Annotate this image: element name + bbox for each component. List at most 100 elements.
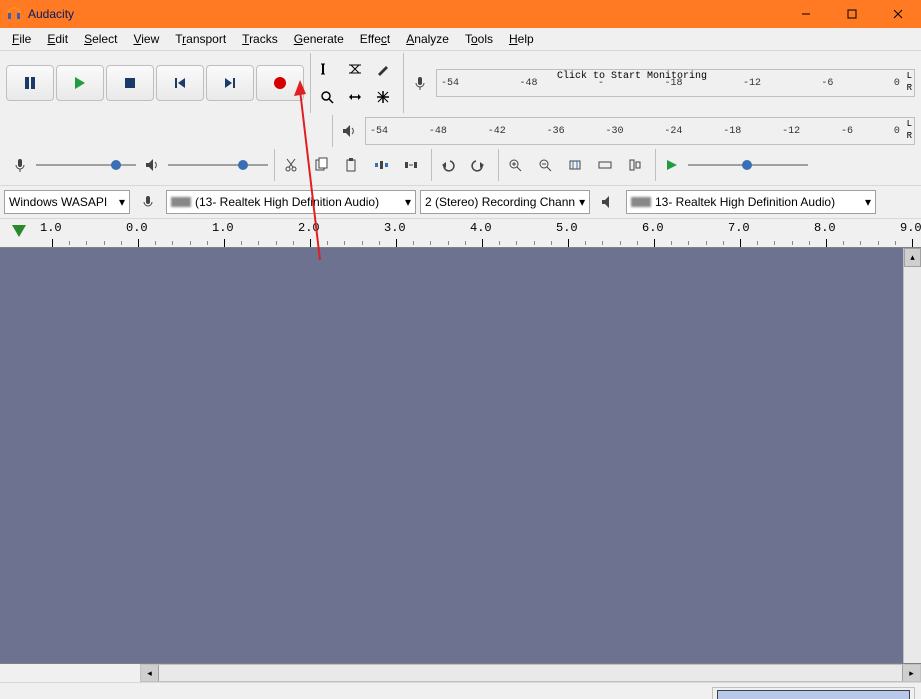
playhead-icon[interactable] — [12, 225, 26, 237]
skip-start-button[interactable] — [156, 65, 204, 101]
menu-select[interactable]: Select — [76, 30, 125, 48]
playback-volume-slider[interactable] — [168, 157, 268, 173]
speaker-icon[interactable] — [335, 117, 363, 145]
meter-tick: -6 — [841, 126, 853, 137]
selection-tool-button[interactable] — [313, 55, 341, 83]
app-icon — [6, 6, 22, 22]
silence-button[interactable] — [397, 151, 425, 179]
zoom-out-button[interactable] — [531, 151, 559, 179]
blank-transport-space — [4, 115, 328, 147]
meter-start-text[interactable]: Click to Start Monitoring — [557, 71, 707, 82]
meter-tick: -6 — [821, 78, 833, 89]
mic-icon[interactable] — [406, 69, 434, 97]
undo-toolbar — [431, 149, 494, 181]
menu-edit[interactable]: Edit — [39, 30, 76, 48]
playback-speed-slider[interactable] — [688, 157, 808, 173]
copy-button[interactable] — [307, 151, 335, 179]
menu-transport[interactable]: Transport — [167, 30, 234, 48]
skip-end-button[interactable] — [206, 65, 254, 101]
transport-toolbar — [4, 53, 306, 113]
menu-analyze[interactable]: Analyze — [398, 30, 457, 48]
timeline-tick: 6.0 — [642, 221, 664, 235]
trim-button[interactable] — [367, 151, 395, 179]
meter-tick: -12 — [782, 126, 800, 137]
title-bar: Audacity — [0, 0, 921, 28]
horizontal-scrollbar-row: ◂ ▸ — [0, 664, 921, 682]
close-button[interactable] — [875, 0, 921, 28]
audio-position-display[interactable]: 00 h 00 m 00 s▸ — [717, 690, 910, 699]
cut-button[interactable] — [277, 151, 305, 179]
meter-tick: -48 — [429, 126, 447, 137]
timeline-tick: 7.0 — [728, 221, 750, 235]
menu-help[interactable]: Help — [501, 30, 542, 48]
zoom-toggle-button[interactable] — [621, 151, 649, 179]
timeshift-tool-button[interactable] — [341, 83, 369, 111]
device-toolbar: Windows WASAPI▾ (13- Realtek High Defini… — [0, 185, 921, 219]
horizontal-scrollbar[interactable]: ◂ ▸ — [140, 664, 921, 682]
mic-icon[interactable] — [6, 151, 34, 179]
scroll-right-button[interactable]: ▸ — [902, 665, 920, 681]
audio-position-box: 00 h 00 m 00 s▸ — [712, 687, 915, 699]
meter-tick: -18 — [723, 126, 741, 137]
recording-device-select[interactable]: (13- Realtek High Definition Audio)▾ — [166, 190, 416, 214]
meter-tick: -30 — [606, 126, 624, 137]
recording-volume-slider[interactable] — [36, 157, 136, 173]
meter-tick: 0 — [894, 78, 900, 89]
pause-button[interactable] — [6, 65, 54, 101]
menu-tools[interactable]: Tools — [457, 30, 501, 48]
audio-host-select[interactable]: Windows WASAPI▾ — [4, 190, 130, 214]
paste-button[interactable] — [337, 151, 365, 179]
scroll-up-button[interactable]: ▴ — [904, 248, 921, 267]
playback-meter[interactable]: -54 -48 -42 -36 -30 -24 -18 -12 -6 0 LR — [365, 117, 915, 145]
play-at-speed-toolbar — [655, 149, 810, 181]
meter-lr: LR — [907, 70, 912, 94]
menu-tracks[interactable]: Tracks — [234, 30, 286, 48]
timeline-tick: 4.0 — [470, 221, 492, 235]
speaker-icon[interactable] — [138, 151, 166, 179]
menu-view[interactable]: View — [125, 30, 167, 48]
meter-tick: -42 — [488, 126, 506, 137]
mic-icon — [134, 188, 162, 216]
timeline-tick: 1.0 — [40, 221, 62, 235]
timeline-tick: 3.0 — [384, 221, 406, 235]
zoom-in-button[interactable] — [501, 151, 529, 179]
timeline-tick: 9.0 — [900, 221, 921, 235]
recording-meter[interactable]: -54 -48 - -18 -12 -6 0 Click to Start Mo… — [436, 69, 915, 97]
recording-meter-panel: -54 -48 - -18 -12 -6 0 Click to Start Mo… — [403, 53, 917, 113]
scroll-left-button[interactable]: ◂ — [141, 665, 159, 681]
play-button[interactable] — [56, 65, 104, 101]
menu-effect[interactable]: Effect — [352, 30, 398, 48]
meter-tick: -48 — [519, 78, 537, 89]
multi-tool-button[interactable] — [369, 83, 397, 111]
recording-channels-select[interactable]: 2 (Stereo) Recording Chann▾ — [420, 190, 590, 214]
mixer-toolbar — [4, 149, 270, 181]
undo-button[interactable] — [434, 151, 462, 179]
draw-tool-button[interactable] — [369, 55, 397, 83]
envelope-tool-button[interactable] — [341, 55, 369, 83]
meter-tick: -54 — [370, 126, 388, 137]
zoom-toolbar — [498, 149, 651, 181]
play-at-speed-button[interactable] — [658, 151, 686, 179]
playback-meter-panel: -54 -48 -42 -36 -30 -24 -18 -12 -6 0 LR — [332, 115, 917, 147]
record-button[interactable] — [256, 65, 304, 101]
timeline-ruler[interactable]: 1.00.01.02.03.04.05.06.07.08.09.0 — [0, 219, 921, 248]
fit-project-button[interactable] — [591, 151, 619, 179]
window-title: Audacity — [28, 7, 783, 21]
redo-button[interactable] — [464, 151, 492, 179]
meter-tick: 0 — [894, 126, 900, 137]
menu-generate[interactable]: Generate — [286, 30, 352, 48]
zoom-tool-button[interactable] — [313, 83, 341, 111]
fit-selection-button[interactable] — [561, 151, 589, 179]
menu-file[interactable]: File — [4, 30, 39, 48]
maximize-button[interactable] — [829, 0, 875, 28]
track-area[interactable]: ▴ — [0, 248, 921, 664]
speaker-icon — [594, 188, 622, 216]
edit-toolbar — [274, 149, 427, 181]
meter-tick: -24 — [664, 126, 682, 137]
stop-button[interactable] — [106, 65, 154, 101]
timeline-tick: 5.0 — [556, 221, 578, 235]
playback-device-select[interactable]: 13- Realtek High Definition Audio)▾ — [626, 190, 876, 214]
minimize-button[interactable] — [783, 0, 829, 28]
vertical-scrollbar[interactable]: ▴ — [903, 248, 921, 663]
tools-toolbar — [310, 53, 399, 113]
